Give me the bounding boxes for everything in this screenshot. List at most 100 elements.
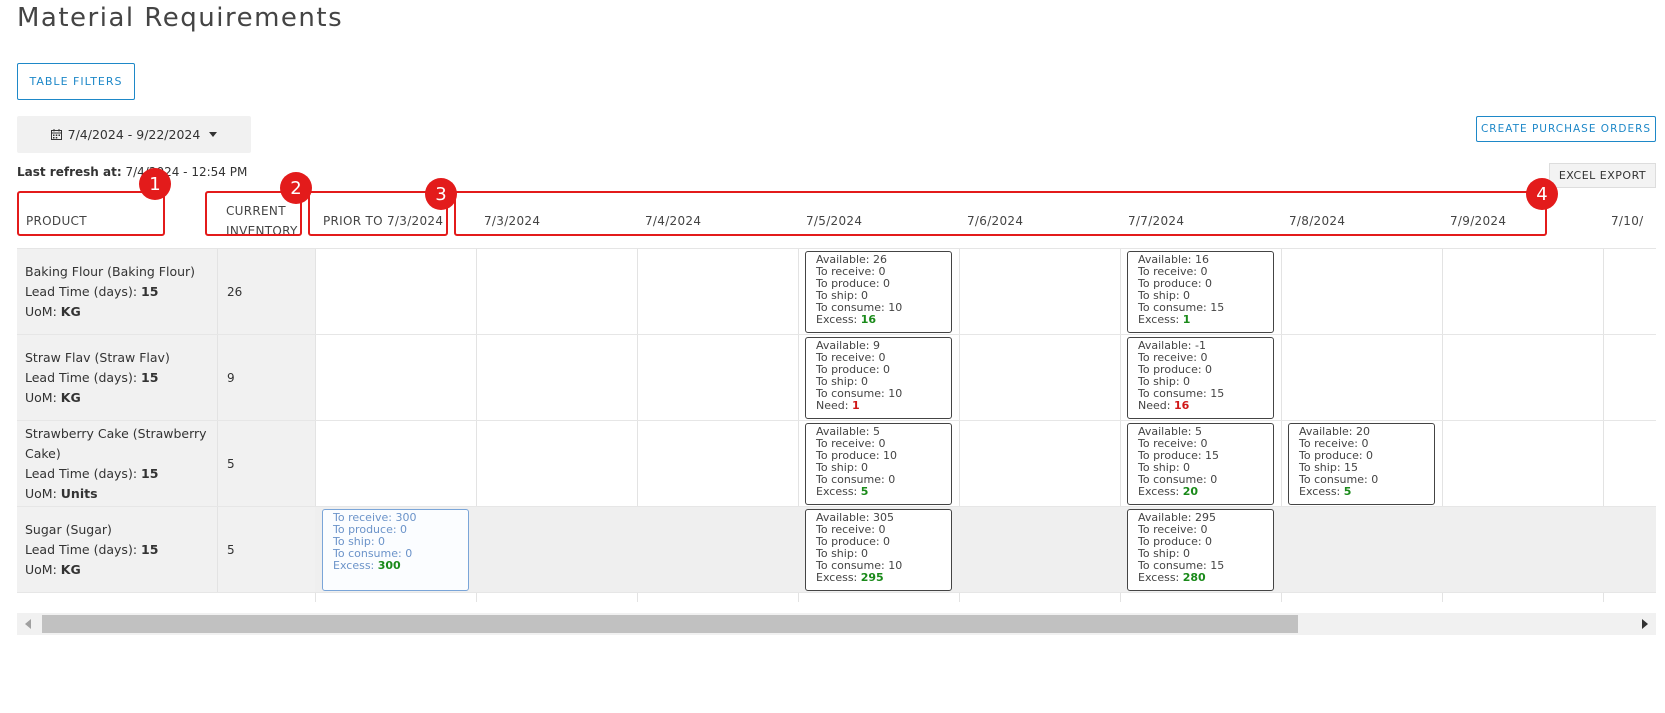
card-excess: Excess: 280 (1138, 572, 1263, 584)
card-result-label: Excess: (333, 559, 378, 572)
card-need: Need: 16 (1138, 400, 1263, 412)
lead-time: Lead Time (days): 15 (25, 282, 217, 302)
lead-time-value: 15 (141, 369, 159, 385)
current-inventory-cell: 9 (217, 335, 315, 420)
product-cell: Sugar (Sugar) Lead Time (days): 15 UoM: KG (17, 507, 217, 592)
create-purchase-orders-button[interactable]: CREATE PURCHASE ORDERS (1476, 116, 1656, 142)
uom: UoM: KG (25, 560, 217, 580)
horizontal-scrollbar[interactable] (17, 613, 1656, 635)
card-result-value: 20 (1182, 485, 1199, 498)
annotation-badge: 1 (139, 168, 171, 200)
card-result-value: 280 (1182, 571, 1206, 584)
card-result-label: Excess: (816, 485, 861, 498)
annotation-box (17, 191, 165, 236)
uom-value: KG (60, 303, 81, 319)
card-result-value: 16 (860, 313, 877, 326)
uom: UoM: KG (25, 302, 217, 322)
card-excess: Excess: 1 (1138, 314, 1263, 326)
card-excess: Excess: 5 (1299, 486, 1424, 498)
card-result-value: 16 (1173, 399, 1190, 412)
lead-time: Lead Time (days): 15 (25, 368, 217, 388)
table-row: Baking Flour (Baking Flour) Lead Time (da… (17, 249, 1656, 335)
scroll-right-arrow-icon[interactable] (1642, 619, 1648, 629)
lead-time-value: 15 (141, 283, 159, 299)
current-inventory-cell: 5 (217, 507, 315, 592)
product-name[interactable]: Strawberry Cake (Strawberry Cake) (25, 424, 217, 464)
table-row: Sugar (Sugar) Lead Time (days): 15 UoM: KG… (17, 507, 1656, 593)
uom-value: KG (60, 561, 81, 577)
card-result-value: 300 (377, 559, 401, 572)
card-result-label: Excess: (816, 313, 861, 326)
uom-value: Units (60, 485, 98, 501)
last-refresh: Last refresh at: 7/4/2024 - 12:54 PM (17, 165, 247, 179)
product-cell: Straw Flav (Straw Flav) Lead Time (days):… (17, 335, 217, 420)
card-result-label: Excess: (1299, 485, 1344, 498)
chevron-down-icon (209, 132, 218, 137)
scroll-left-arrow-icon[interactable] (25, 619, 31, 629)
card-result-label: Need: (816, 399, 852, 412)
lead-time: Lead Time (days): 15 (25, 464, 217, 484)
scrollbar-thumb[interactable] (42, 615, 1298, 633)
lead-time-label: Lead Time (days): (25, 465, 142, 481)
card-excess: Excess: 20 (1138, 486, 1263, 498)
requirement-card[interactable]: Available: 16 To receive: 0 To produce: 0T… (1127, 251, 1274, 333)
card-result-label: Excess: (1138, 485, 1183, 498)
card-result-label: Excess: (1138, 571, 1183, 584)
requirement-card[interactable]: Available: 305 To receive: 0 To produce: 0… (805, 509, 952, 591)
card-need: Need: 1 (816, 400, 941, 412)
uom: UoM: Units (25, 484, 217, 504)
product-cell: Strawberry Cake (Strawberry Cake) Lead Ti… (17, 421, 217, 506)
requirement-card[interactable]: Available: 5 To receive: 0 To produce: 15 T… (1127, 423, 1274, 505)
material-requirements-table: PRODUCT CURRENT INVENTORY PRIOR TO 7/3/2… (17, 194, 1656, 602)
last-refresh-label: Last refresh at: (17, 165, 122, 179)
product-name[interactable]: Straw Flav (Straw Flav) (25, 348, 217, 368)
annotation-box (454, 191, 1547, 236)
uom: UoM: KG (25, 388, 217, 408)
requirement-card[interactable]: Available: 20 To receive: 0 To produce: 0T… (1288, 423, 1435, 505)
page-title: Material Requirements (17, 3, 344, 33)
lead-time-label: Lead Time (days): (25, 541, 142, 557)
annotation-badge: 3 (425, 178, 457, 210)
card-result-value: 1 (1182, 313, 1191, 326)
requirement-card[interactable]: Available: 5 To receive: 0 To produce: 10 T… (805, 423, 952, 505)
calendar-icon (50, 129, 62, 140)
product-name[interactable]: Baking Flour (Baking Flour) (25, 262, 217, 282)
uom-label: UoM: (25, 389, 57, 405)
card-excess: Excess: 300 (333, 560, 458, 572)
card-result-label: Excess: (1138, 313, 1183, 326)
product-name[interactable]: Sugar (Sugar) (25, 520, 217, 540)
uom-value: KG (60, 389, 81, 405)
table-row: Straw Flav (Straw Flav) Lead Time (days):… (17, 335, 1656, 421)
card-result-label: Need: (1138, 399, 1174, 412)
uom-label: UoM: (25, 303, 57, 319)
lead-time-label: Lead Time (days): (25, 369, 142, 385)
date-range-value: 7/4/2024 - 9/22/2024 (67, 127, 201, 142)
product-cell: Baking Flour (Baking Flour) Lead Time (da… (17, 249, 217, 334)
excel-export-button[interactable]: EXCEL EXPORT (1549, 163, 1656, 188)
uom-label: UoM: (25, 485, 57, 501)
current-inventory-cell: 5 (217, 421, 315, 506)
table-filters-button[interactable]: TABLE FILTERS (17, 63, 135, 100)
annotation-badge: 4 (1526, 178, 1558, 210)
card-excess: Excess: 295 (816, 572, 941, 584)
date-range-picker[interactable]: 7/4/2024 - 9/22/2024 (17, 116, 251, 153)
requirement-card[interactable]: Available: 26 To receive: 0 To produce: 0T… (805, 251, 952, 333)
card-result-value: 295 (860, 571, 884, 584)
lead-time-value: 15 (141, 465, 159, 481)
card-excess: Excess: 5 (816, 486, 941, 498)
card-excess: Excess: 16 (816, 314, 941, 326)
requirement-card[interactable]: Available: -1 To receive: 0 To produce: 0T… (1127, 337, 1274, 419)
requirement-card[interactable]: Available: 295 To receive: 0 To produce: 0… (1127, 509, 1274, 591)
requirement-card[interactable]: To receive: 300 To produce: 0 To ship: 0 To… (322, 509, 469, 591)
uom-label: UoM: (25, 561, 57, 577)
table-row: Strawberry Cake (Strawberry Cake) Lead Ti… (17, 421, 1656, 507)
current-inventory-cell: 26 (217, 249, 315, 334)
card-result-value: 5 (860, 485, 869, 498)
header-date[interactable]: 7/10/ (1603, 194, 1656, 249)
card-result-label: Excess: (816, 571, 861, 584)
lead-time-value: 15 (141, 541, 159, 557)
card-result-value: 5 (1343, 485, 1352, 498)
lead-time: Lead Time (days): 15 (25, 540, 217, 560)
lead-time-label: Lead Time (days): (25, 283, 142, 299)
requirement-card[interactable]: Available: 9 To receive: 0 To produce: 0 To… (805, 337, 952, 419)
